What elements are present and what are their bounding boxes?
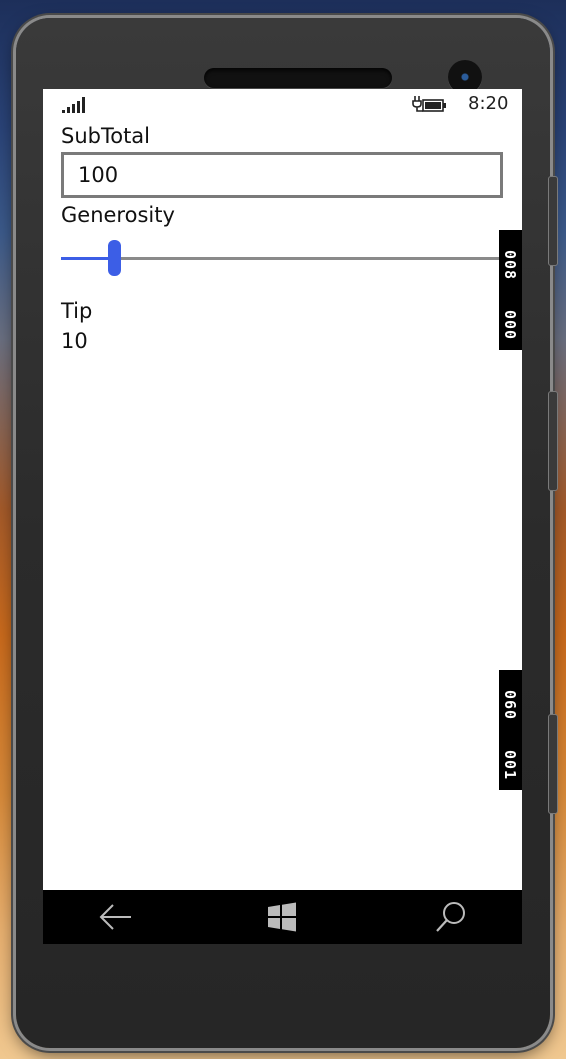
camera-button[interactable] xyxy=(548,714,558,814)
search-button[interactable] xyxy=(431,899,471,935)
back-arrow-icon xyxy=(99,904,131,930)
power-button[interactable] xyxy=(548,391,558,491)
back-button[interactable] xyxy=(96,899,136,935)
volume-button[interactable] xyxy=(548,176,558,266)
navigation-bar xyxy=(43,890,522,944)
subtotal-label: SubTotal xyxy=(61,124,151,148)
windows-start-icon xyxy=(268,902,296,932)
generosity-slider-fill xyxy=(61,257,109,260)
tip-label: Tip xyxy=(61,299,93,323)
search-icon xyxy=(436,902,465,932)
subtotal-input-box[interactable] xyxy=(61,152,503,198)
frame-counter-bottom-value-2: 001 xyxy=(501,750,519,781)
tip-value: 10 xyxy=(61,329,88,353)
generosity-slider-thumb[interactable] xyxy=(108,240,122,276)
frame-counter-top-value-2: 000 xyxy=(501,310,519,341)
generosity-label: Generosity xyxy=(61,203,175,227)
frame-counter-top: 008 000 xyxy=(499,230,522,350)
status-time: 8:20 xyxy=(468,93,509,114)
generosity-slider-track[interactable] xyxy=(61,257,504,260)
battery-charging-icon xyxy=(412,96,446,112)
frame-counter-bottom: 060 001 xyxy=(499,670,522,790)
signal-bars-icon xyxy=(62,97,85,113)
frame-counter-bottom-value-1: 060 xyxy=(501,690,519,721)
status-bar: 8:20 xyxy=(43,89,522,121)
earpiece-speaker xyxy=(204,68,392,88)
frame-counter-top-value-1: 008 xyxy=(501,250,519,281)
start-button[interactable] xyxy=(262,899,302,935)
subtotal-input[interactable] xyxy=(64,155,478,195)
phone-screen: 8:20 SubTotal Generosity Tip 10 008 000 … xyxy=(43,89,522,944)
